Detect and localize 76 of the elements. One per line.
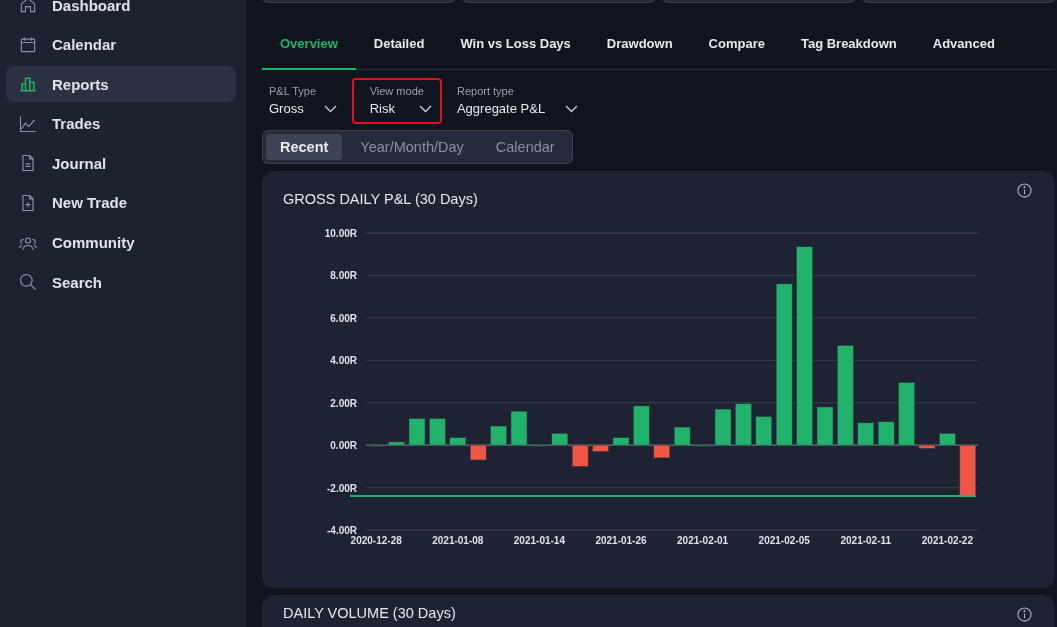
- bar[interactable]: [490, 425, 507, 446]
- filter-label: Report type: [456, 85, 515, 97]
- x-axis-label: 2021-01-14: [513, 535, 565, 546]
- bar[interactable]: [816, 406, 834, 446]
- bar[interactable]: [775, 283, 793, 446]
- x-axis-label: 2020-12-28: [350, 535, 402, 546]
- bar[interactable]: [857, 422, 875, 446]
- bar[interactable]: [469, 444, 487, 461]
- info-icon[interactable]: [1017, 183, 1032, 198]
- sidebar-item[interactable]: Community: [6, 224, 236, 261]
- bar[interactable]: [429, 418, 446, 446]
- info-icon[interactable]: [1017, 607, 1032, 622]
- bar[interactable]: [449, 437, 467, 446]
- bar[interactable]: [755, 416, 773, 446]
- bar[interactable]: [571, 444, 589, 467]
- bar[interactable]: [551, 433, 569, 446]
- bar[interactable]: [633, 405, 650, 446]
- y-axis-label: -4.00R: [327, 525, 357, 536]
- bar[interactable]: [735, 403, 752, 446]
- bar[interactable]: [592, 444, 609, 452]
- range-tab[interactable]: Recent: [266, 134, 343, 160]
- sidebar-item[interactable]: Journal: [6, 145, 236, 182]
- x-axis-label: 2021-02-01: [677, 535, 729, 546]
- bar[interactable]: [939, 433, 956, 446]
- chevron-down-icon: [323, 104, 337, 113]
- y-axis-label: -2.00R: [327, 482, 357, 494]
- filter-label: P&L Type: [269, 85, 318, 97]
- bar[interactable]: [673, 426, 691, 446]
- home-icon: [18, 0, 38, 15]
- x-axis-label: 2021-02-05: [758, 535, 810, 546]
- bar[interactable]: [388, 441, 405, 446]
- sidebar-item[interactable]: Trades: [6, 105, 236, 142]
- report-tab[interactable]: Detailed: [355, 25, 443, 70]
- report-tab[interactable]: Tag Breakdown: [782, 25, 915, 70]
- bar[interactable]: [714, 408, 732, 446]
- bar[interactable]: [408, 418, 426, 446]
- x-axis-label: 2021-01-08: [432, 535, 484, 546]
- chevron-down-icon: [565, 104, 579, 113]
- report-tab[interactable]: Overview: [262, 25, 356, 70]
- report-tab[interactable]: Advanced: [914, 25, 1013, 70]
- sidebar-item[interactable]: New Trade: [6, 184, 236, 221]
- filter-dropdown[interactable]: Gross: [269, 101, 337, 116]
- sidebar-item[interactable]: Reports: [6, 66, 236, 103]
- bar[interactable]: [918, 444, 936, 449]
- range-tab[interactable]: Year/Month/Day: [346, 134, 478, 160]
- y-axis-label: 6.00R: [330, 312, 357, 324]
- x-axis-label: 2021-02-11: [840, 535, 892, 546]
- y-axis-label: 2.00R: [330, 397, 357, 409]
- range-tab[interactable]: Calendar: [481, 134, 569, 160]
- bar[interactable]: [510, 410, 528, 446]
- chevron-down-icon: [418, 104, 432, 113]
- bar[interactable]: [959, 444, 977, 498]
- bar[interactable]: [877, 421, 895, 446]
- bar[interactable]: [898, 382, 915, 446]
- sidebar-item[interactable]: Calendar: [6, 26, 236, 63]
- x-axis-label: 2021-01-26: [595, 535, 647, 546]
- y-axis-label: 0.00R: [330, 440, 357, 452]
- card-title: DAILY VOLUME (30 Days): [282, 604, 456, 621]
- y-axis-label: 8.00R: [330, 270, 357, 282]
- sidebar-item[interactable]: Dashboard: [6, 0, 236, 23]
- report-tab[interactable]: Compare: [690, 25, 783, 70]
- sidebar-item[interactable]: Search: [6, 264, 236, 301]
- report-tab[interactable]: Win vs Loss Days: [442, 25, 589, 70]
- bar[interactable]: [653, 444, 671, 459]
- filter-label: View mode: [369, 85, 425, 97]
- filter-dropdown[interactable]: Aggregate P&L: [456, 101, 579, 116]
- y-axis-label: 4.00R: [330, 355, 357, 367]
- bar[interactable]: [612, 437, 630, 446]
- y-axis-label: 10.00R: [324, 228, 357, 239]
- card-title: GROSS DAILY P&L (30 Days): [282, 190, 478, 207]
- bar[interactable]: [837, 345, 854, 446]
- x-axis-label: 2021-02-22: [921, 535, 973, 546]
- filter-dropdown[interactable]: Risk: [369, 101, 432, 116]
- bar[interactable]: [796, 246, 813, 446]
- report-tab[interactable]: Drawdown: [588, 25, 691, 70]
- bar[interactable]: [367, 444, 385, 447]
